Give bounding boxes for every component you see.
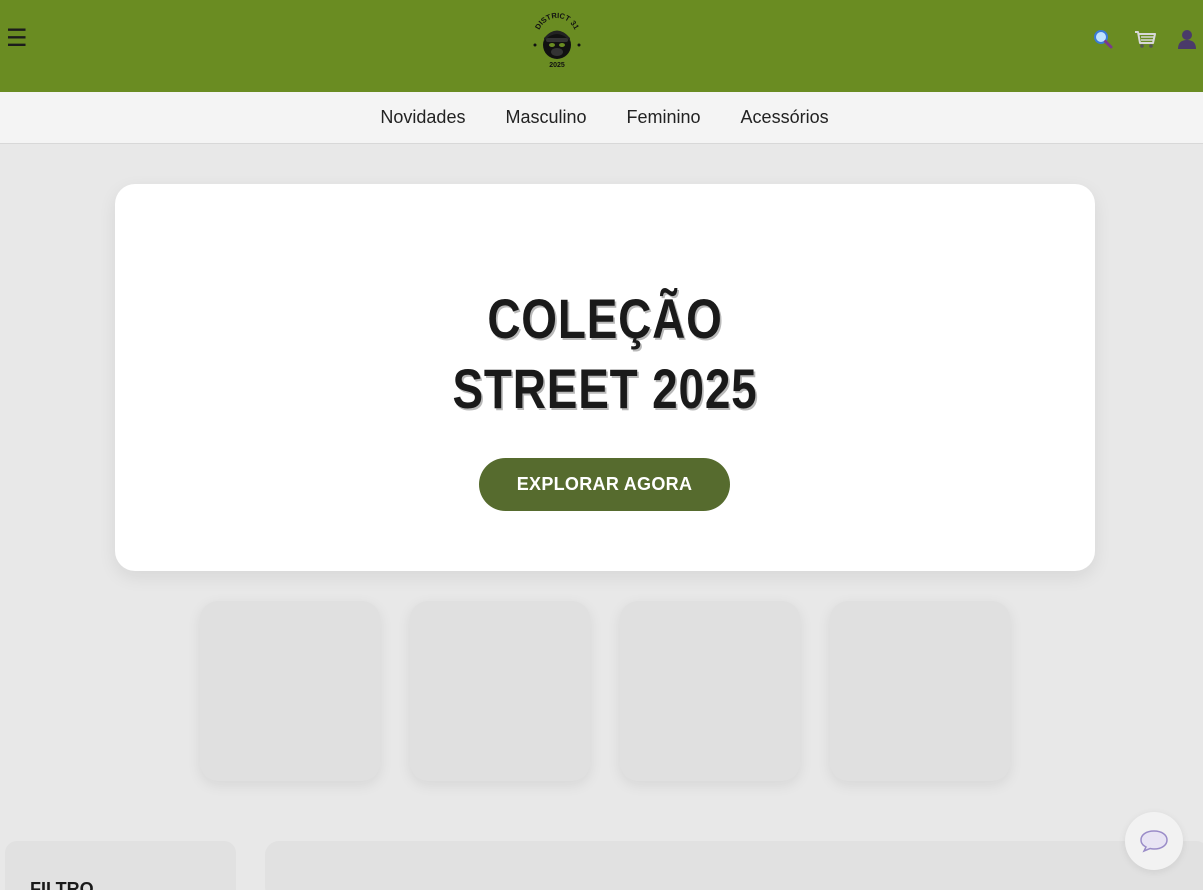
product-content-panel <box>265 841 1203 890</box>
filter-panel: FILTRO <box>5 841 236 890</box>
user-icon[interactable] <box>1175 28 1199 50</box>
svg-text:DISTRICT 31: DISTRICT 31 <box>533 11 581 31</box>
search-icon[interactable] <box>1091 28 1115 50</box>
category-nav: Novidades Masculino Feminino Acessórios <box>0 92 1203 144</box>
category-card-placeholder[interactable] <box>830 601 1010 781</box>
logo-text-bottom: 2025 <box>549 62 565 69</box>
cart-icon[interactable] <box>1133 28 1157 50</box>
filter-title: FILTRO <box>30 879 94 890</box>
category-card-placeholder[interactable] <box>200 601 380 781</box>
hero-title: COLEÇÃO STREET 2025 <box>203 284 1007 424</box>
header-actions <box>1091 28 1203 50</box>
category-cards <box>200 601 1010 781</box>
brand-logo[interactable]: DISTRICT 31 2025 <box>528 5 586 69</box>
category-card-placeholder[interactable] <box>410 601 590 781</box>
hero-title-line2: STREET 2025 <box>452 357 758 420</box>
hero-banner: COLEÇÃO STREET 2025 EXPLORAR AGORA <box>115 184 1095 571</box>
category-card-placeholder[interactable] <box>620 601 800 781</box>
nav-item-masculino[interactable]: Masculino <box>505 107 586 128</box>
hamburger-menu-icon[interactable]: ☰ <box>6 26 28 50</box>
nav-item-acessorios[interactable]: Acessórios <box>741 107 829 128</box>
chat-bubble-icon[interactable] <box>1125 812 1183 870</box>
nav-item-novidades[interactable]: Novidades <box>380 107 465 128</box>
top-header: ☰ DISTRICT 31 2025 <box>0 0 1203 92</box>
logo-text-top: DISTRICT 31 <box>533 11 581 31</box>
nav-item-feminino[interactable]: Feminino <box>627 107 701 128</box>
hero-title-line1: COLEÇÃO <box>487 287 723 350</box>
explore-now-button[interactable]: EXPLORAR AGORA <box>479 458 730 511</box>
